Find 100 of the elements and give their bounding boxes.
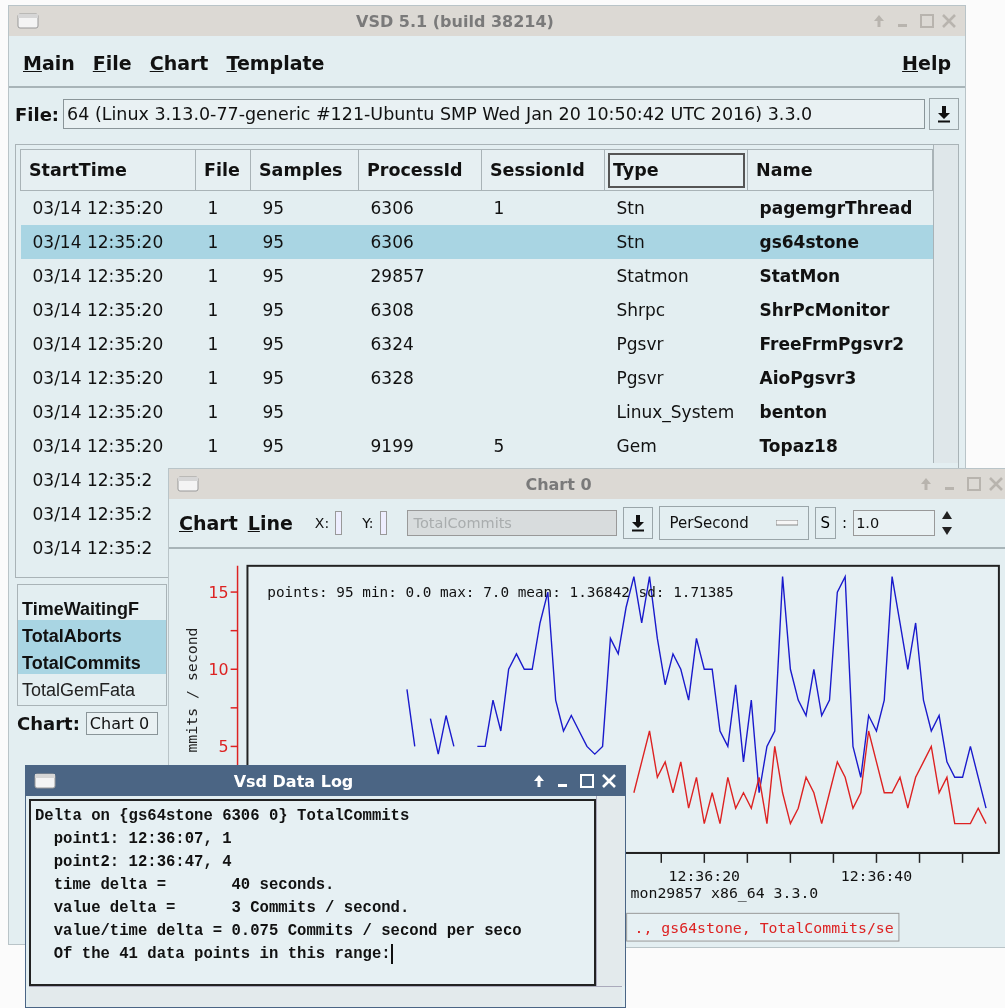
table-cell: 6328	[370, 368, 414, 388]
table-cell: pagemgrThread	[759, 198, 913, 218]
table-cell: 29857	[370, 266, 425, 286]
table-cell: 1	[207, 402, 219, 422]
table-cell: Linux_System	[616, 402, 735, 422]
table-cell: 95	[262, 368, 285, 388]
table-cell: 6308	[370, 300, 414, 320]
table-cell: 1	[207, 232, 219, 252]
dropdown-button[interactable]	[622, 507, 653, 539]
y-field[interactable]	[379, 511, 387, 535]
log-line: Of the 41 data points in this range:	[52, 943, 394, 966]
scrollbar[interactable]	[933, 145, 958, 463]
window-title: Chart 0	[524, 474, 593, 494]
table-cell: 95	[262, 300, 285, 320]
menu-item[interactable]: Main	[21, 50, 77, 76]
table-cell: Stn	[616, 198, 645, 218]
down-arrow-icon	[630, 514, 645, 532]
table-cell: FreeFrmPgsvr2	[759, 334, 905, 354]
table-cell: 03/14 12:35:20	[32, 300, 164, 320]
statistic-item[interactable]: TimeWaitingF	[18, 593, 166, 620]
statistic-item[interactable]: TotalGemFata	[18, 674, 166, 701]
table-cell: 03/14 12:35:20	[32, 436, 164, 456]
log-line: time delta = 40 seconds.	[52, 875, 336, 896]
scale-field[interactable]: 1.0	[853, 510, 936, 536]
y-tick-label: 15	[208, 583, 229, 602]
table-cell: 03/14 12:35:20	[32, 198, 164, 218]
file-label: File:	[15, 103, 60, 125]
table-cell: 1	[207, 198, 219, 218]
column-header[interactable]: SessionId	[481, 149, 605, 191]
scrollbar[interactable]	[596, 796, 625, 986]
help-menu[interactable]: Help	[900, 50, 953, 76]
log-line: value delta = 3 Commits / second.	[52, 898, 411, 919]
table-cell: 03/14 12:35:2	[32, 538, 153, 558]
x-tick-label: 12:36:20	[668, 866, 741, 885]
table-cell: Pgsvr	[616, 368, 664, 388]
table-cell: Pgsvr	[616, 334, 664, 354]
down-arrow-icon	[937, 105, 951, 123]
statistic-item[interactable]: TotalCommits	[18, 647, 166, 674]
menu-item[interactable]: Chart	[147, 50, 211, 76]
log-line: point1: 12:36:07, 1	[52, 829, 233, 850]
table-cell: 03/14 12:35:20	[32, 368, 164, 388]
table-cell: 03/14 12:35:20	[32, 232, 164, 252]
menu-item[interactable]: Line	[245, 510, 295, 536]
column-header[interactable]: Type	[604, 149, 748, 191]
log-line: value/time delta = 0.075 Commits / second per seco	[52, 921, 523, 942]
scrollbar[interactable]	[29, 986, 622, 1007]
table-cell: 03/14 12:35:20	[32, 402, 164, 422]
table-cell: Topaz18	[759, 436, 838, 456]
x-tick-label: 12:36:40	[840, 866, 913, 885]
x-field[interactable]	[335, 511, 343, 535]
y-tick-label: 5	[218, 737, 229, 757]
table-cell: 5	[493, 436, 505, 456]
table-cell: benton	[759, 402, 828, 422]
log-line: Delta on {gs64stone 6306 0} TotalCommits	[35, 806, 411, 827]
table-cell: 03/14 12:35:20	[32, 266, 164, 286]
s-button[interactable]: S	[814, 507, 837, 539]
table-cell: 1	[207, 368, 219, 388]
table-cell: Gem	[616, 436, 657, 456]
chart-field[interactable]: Chart 0	[85, 712, 158, 735]
window-controls-icon[interactable]	[531, 773, 617, 789]
x-label: X:	[314, 515, 330, 531]
window-menu-icon[interactable]	[34, 773, 56, 789]
table-cell: 95	[262, 266, 285, 286]
table-cell: 1	[207, 300, 219, 320]
menu-item[interactable]: Chart	[177, 510, 240, 536]
table-cell: Stn	[616, 232, 645, 252]
y-tick-label: 10	[208, 660, 229, 680]
table-cell: 6306	[370, 232, 414, 252]
chart-subtitle: mon29857 x86_64 3.3.0	[630, 884, 819, 903]
window-title: VSD 5.1 (build 38214)	[355, 11, 555, 31]
table-cell: ShrPcMonitor	[759, 300, 890, 320]
table-cell: 03/14 12:35:2	[32, 504, 153, 524]
table-cell: 95	[262, 436, 285, 456]
mode-dropdown[interactable]: PerSecond	[658, 506, 809, 540]
menu-item[interactable]: Template	[224, 50, 327, 76]
chart-label: Chart:	[17, 713, 80, 734]
table-cell: 95	[262, 334, 285, 354]
column-header[interactable]: StartTime	[20, 149, 196, 191]
menu-item[interactable]: File	[90, 50, 134, 76]
column-header[interactable]: ProcessId	[358, 149, 482, 191]
log-line: point2: 12:36:47, 4	[52, 852, 233, 873]
column-header[interactable]: File	[195, 149, 251, 191]
option-indicator-icon	[775, 520, 798, 526]
table-cell: 6306	[370, 198, 414, 218]
file-field[interactable]: 64 (Linux 3.13.0-77-generic #121-Ubuntu SMP Wed Jan 20 10:50:42 UTC 2016) 3.3.0	[63, 99, 925, 129]
log-text-area[interactable]	[29, 799, 596, 986]
table-cell: Statmon	[616, 266, 689, 286]
table-cell: Shrpc	[616, 300, 666, 320]
table-cell: 95	[262, 402, 285, 422]
table-cell: AioPgsvr3	[759, 368, 857, 388]
table-cell: 6324	[370, 334, 414, 354]
table-cell: 9199	[370, 436, 414, 456]
column-header[interactable]: Name	[747, 149, 933, 191]
legend: ., gs64stone, TotalCommits/se	[626, 912, 900, 942]
separator-label: :	[842, 514, 848, 532]
dropdown-button[interactable]	[929, 98, 959, 130]
statistic-item[interactable]: TotalAborts	[18, 620, 166, 647]
column-header[interactable]: Samples	[250, 149, 359, 191]
window-title: Vsd Data Log	[232, 771, 355, 791]
y-axis-label: mmits / second	[182, 627, 201, 753]
